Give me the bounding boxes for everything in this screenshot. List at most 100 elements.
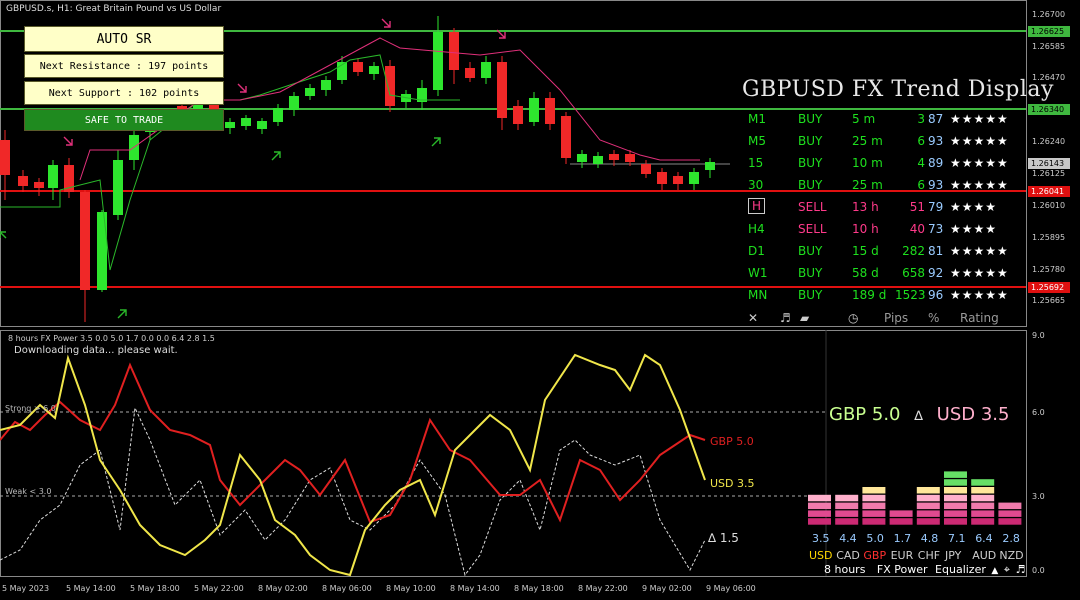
chart-title: GBPUSD.s, H1: Great Britain Pound vs US … [6, 4, 222, 14]
equalizer-segment [808, 510, 831, 517]
timeframe-label[interactable]: MN [748, 288, 767, 302]
equalizer-segment [971, 479, 995, 486]
time-axis-label: 8 May 10:00 [386, 584, 436, 593]
safe-to-trade-badge: SAFE TO TRADE [24, 109, 224, 131]
weak-label: Weak < 3.0 [5, 487, 52, 496]
candle-body [369, 66, 379, 74]
pips-value: 6 [917, 178, 925, 192]
hours-label: 8 hours [824, 563, 866, 576]
equalizer-segment [862, 510, 886, 517]
wave-icon: ▰ [800, 311, 810, 325]
candle-body [48, 165, 58, 188]
rating-stars: ★★★★★ [950, 178, 1009, 192]
percent-value: 89 [928, 156, 944, 170]
equalizer-value: 4.4 [839, 532, 857, 545]
equalizer-segment [916, 487, 940, 494]
equalizer-segment [835, 510, 859, 517]
music-icon[interactable]: ♬ [1016, 563, 1026, 576]
candle-body [321, 80, 331, 90]
candle-body [449, 32, 459, 70]
crosshair-icon[interactable]: ⌖ [1004, 563, 1010, 576]
candle-body [257, 121, 267, 129]
candle-body [273, 108, 283, 122]
signal-label: BUY [798, 178, 823, 192]
equalizer-currency: GBP [863, 549, 887, 562]
candle-body [625, 154, 635, 162]
fx-power-panel[interactable]: 8 hours FX Power 3.5 0.0 5.0 1.7 0.0 0.0… [0, 330, 1080, 580]
equalizer-segment [971, 487, 995, 494]
equalizer-segment [862, 487, 886, 494]
candle-body [0, 140, 10, 175]
time-axis-label: 5 May 2023 [2, 584, 50, 593]
equalizer-currency: AUD [972, 549, 997, 562]
equalizer-currency: USD [809, 549, 833, 562]
duration-label: 15 d [852, 244, 879, 258]
candle-body [529, 98, 539, 122]
signal-label: BUY [798, 266, 823, 280]
equalizer-segment [971, 510, 995, 517]
timeframe-label[interactable]: M1 [748, 112, 766, 126]
gbp-line-label: GBP 5.0 [710, 435, 754, 448]
timeframe-label[interactable]: D1 [748, 244, 765, 258]
candle-body [673, 176, 683, 184]
next-support-label: Next Support : 102 points [24, 81, 224, 105]
equalizer-segment [998, 518, 1022, 525]
percent-value: 79 [928, 200, 944, 214]
signal-label: BUY [798, 244, 823, 258]
candle-body [241, 118, 251, 126]
candle-body [305, 88, 315, 96]
equalizer-segment [916, 494, 940, 502]
candle-body [18, 176, 28, 186]
duration-label: 13 h [852, 200, 879, 214]
arrow-up-icon[interactable]: ▲ [991, 566, 998, 576]
equalizer-label[interactable]: Equalizer [935, 563, 986, 576]
equalizer-segment [889, 518, 913, 525]
time-axis-label: 8 May 14:00 [450, 584, 500, 593]
pips-value: 3 [917, 112, 925, 126]
timeframe-label[interactable]: H4 [748, 222, 765, 236]
timeframe-label[interactable]: H [748, 198, 766, 214]
equalizer-segment [835, 502, 859, 510]
equalizer-segment [971, 502, 995, 510]
price-axis-label: 1.26585 [1032, 42, 1066, 51]
price-tag: 1.25692 [1028, 282, 1070, 293]
pips-value: 51 [909, 200, 925, 214]
percent-header: % [928, 311, 940, 325]
time-axis-label: 5 May 18:00 [130, 584, 180, 593]
music-icon[interactable]: ♬ [780, 311, 791, 325]
close-icon[interactable]: ✕ [748, 311, 758, 325]
candle-body [641, 164, 651, 174]
duration-label: 10 m [852, 156, 883, 170]
signal-label: BUY [798, 156, 823, 170]
timeframe-label[interactable]: 30 [748, 178, 763, 192]
time-axis-label: 5 May 22:00 [194, 584, 244, 593]
duration-label: 25 m [852, 134, 883, 148]
clock-icon: ◷ [848, 311, 859, 325]
rating-stars: ★★★★★ [950, 244, 1009, 258]
timeframe-label[interactable]: 15 [748, 156, 763, 170]
time-axis-label: 9 May 06:00 [706, 584, 756, 593]
indicator-axis-label: 3.0 [1032, 492, 1045, 501]
trend-row: W1 BUY 58 d 658 92 ★★★★★ [740, 262, 1030, 284]
equalizer-segment [916, 502, 940, 510]
trend-row: H4 SELL 10 h 40 73 ★★★★ [740, 218, 1030, 240]
candle-body [80, 192, 90, 290]
timeframe-label[interactable]: M5 [748, 134, 766, 148]
equalizer-value: 5.0 [866, 532, 884, 545]
trend-row: 30 BUY 25 m 6 93 ★★★★★ [740, 174, 1030, 196]
candle-body [689, 172, 699, 184]
equalizer-segment [944, 494, 967, 502]
percent-value: 92 [928, 266, 944, 280]
equalizer-segment [998, 510, 1022, 517]
duration-label: 10 h [852, 222, 879, 236]
candle-body [593, 156, 603, 164]
rating-stars: ★★★★★ [950, 156, 1009, 170]
equalizer-segment [944, 518, 967, 525]
timeframe-label[interactable]: W1 [748, 266, 768, 280]
price-chart[interactable]: GBPUSD.s, H1: Great Britain Pound vs US … [0, 0, 1080, 328]
price-tag: 1.26625 [1028, 26, 1070, 37]
trend-row: 15 BUY 10 m 4 89 ★★★★★ [740, 152, 1030, 174]
candle-body [385, 66, 395, 106]
time-axis-label: 5 May 14:00 [66, 584, 116, 593]
candle-body [113, 160, 123, 215]
